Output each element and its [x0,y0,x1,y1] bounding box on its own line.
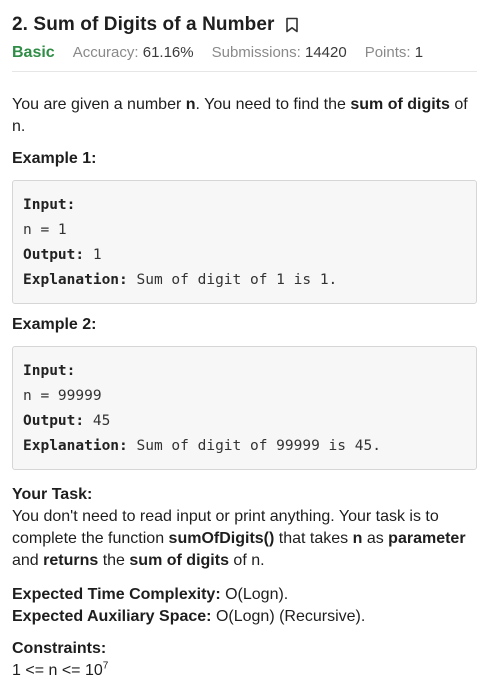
example-1-heading: Example 1: [12,150,97,167]
problem-title: 2. Sum of Digits of a Number [12,14,275,35]
space-complexity-label: Expected Auxiliary Space: [12,608,212,625]
example-2-box: Input: n = 99999 Output: 45 Explanation:… [12,346,477,470]
desc-text: You are given a number [12,96,186,113]
example-input-label: Input: [23,197,76,213]
your-task-section: Your Task: You don't need to read input … [12,484,477,572]
example-input-value: n = 99999 [23,388,102,404]
task-parameter: parameter [388,530,466,547]
complexity-section: Expected Time Complexity: O(Logn). Expec… [12,584,477,628]
title-row: 2. Sum of Digits of a Number [12,12,477,38]
constraints-heading: Constraints: [12,640,107,657]
example-1-box: Input: n = 1 Output: 1 Explanation: Sum … [12,180,477,304]
points-label: Points: [364,44,411,61]
task-n: n [352,530,363,547]
task-text: the [98,552,130,569]
task-text: of n. [228,552,265,569]
example-explanation-label: Explanation: [23,438,128,454]
constraints-section: Constraints: 1 <= n <= 107 [12,638,477,682]
task-returns: returns [43,552,99,569]
example-output-value: 1 [84,247,102,263]
divider [12,71,477,72]
problem-description: You are given a number n. You need to fi… [12,94,477,138]
your-task-text: You don't need to read input or print an… [12,506,477,572]
example-output-label: Output: [23,413,85,429]
time-complexity-label: Expected Time Complexity: [12,586,221,603]
submissions-stat: Submissions: 14420 [212,44,347,61]
submissions-label: Submissions: [211,44,301,61]
example-input-value: n = 1 [23,222,67,238]
accuracy-stat: Accuracy: 61.16% [73,44,194,61]
constraints-exponent: 7 [102,660,109,672]
your-task-heading: Your Task: [12,486,93,503]
constraints-value: 1 <= n <= 10 [12,662,103,679]
problem-statement: 2. Sum of Digits of a Number Basic Accur… [0,0,489,682]
example-explanation-label: Explanation: [23,272,128,288]
problem-meta: Basic Accuracy: 61.16% Submissions: 1442… [12,44,477,62]
submissions-value: 14420 [304,44,347,61]
example-output-value: 45 [84,413,111,429]
points-stat: Points: 1 [365,44,423,61]
task-sum-of-digits: sum of digits [129,552,229,569]
example-input-label: Input: [23,363,76,379]
difficulty-badge: Basic [12,44,55,61]
time-complexity-value: O(Logn). [220,586,289,603]
bookmark-icon[interactable] [285,17,299,33]
task-text: that takes [274,530,353,547]
example-explanation-value: Sum of digit of 1 is 1. [127,272,338,288]
example-explanation-value: Sum of digit of 99999 is 45. [127,438,381,454]
points-value: 1 [414,44,424,61]
desc-sum-of-digits: sum of digits [350,96,450,113]
task-function-name: sumOfDigits() [168,530,275,547]
task-text: and [12,552,44,569]
task-text: as [362,530,389,547]
example-output-label: Output: [23,247,85,263]
desc-n: n [185,96,196,113]
accuracy-label: Accuracy: [72,44,139,61]
space-complexity-value: O(Logn) (Recursive). [211,608,366,625]
accuracy-value: 61.16% [142,44,194,61]
example-2-heading: Example 2: [12,316,97,333]
desc-text: . You need to find the [195,96,351,113]
